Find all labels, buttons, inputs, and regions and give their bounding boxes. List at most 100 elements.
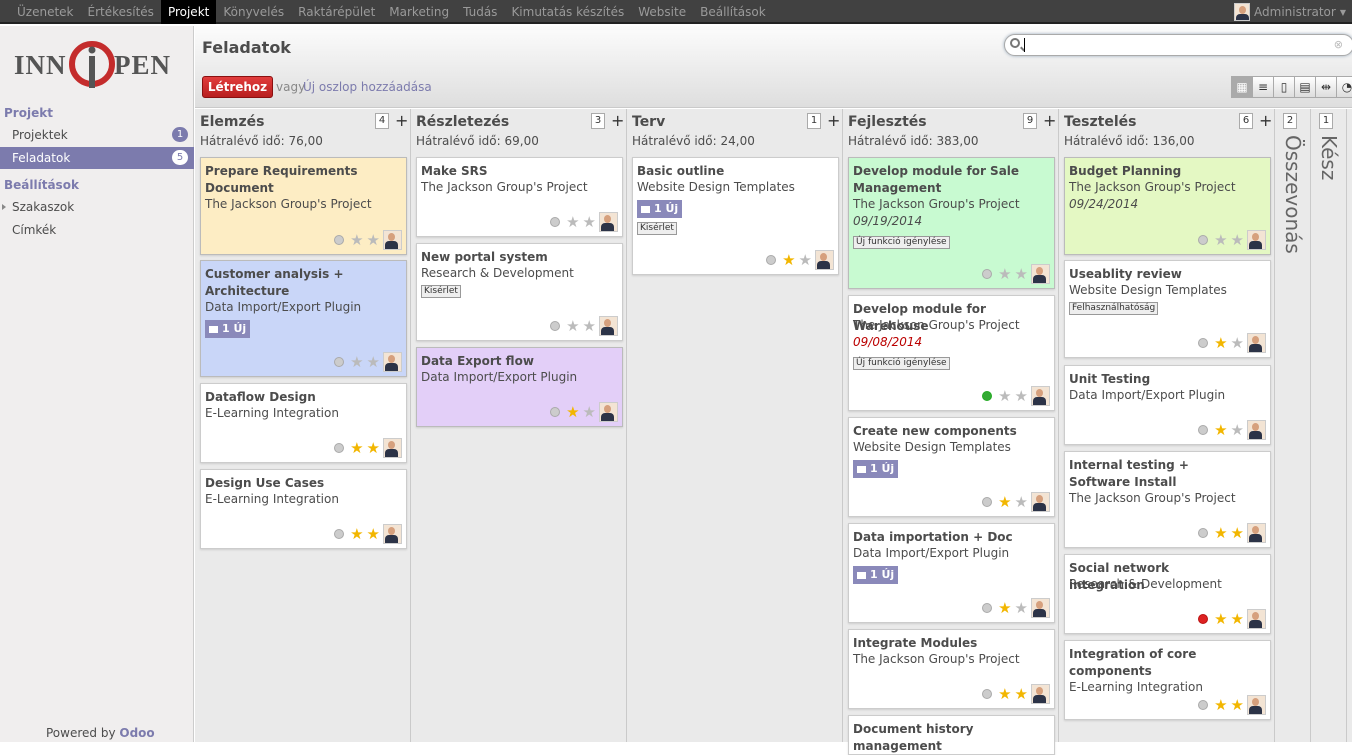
menu-projekt[interactable]: Projekt xyxy=(160,0,217,24)
create-button[interactable]: Létrehoz xyxy=(202,76,273,98)
menu-raktarepulet[interactable]: Raktárépület xyxy=(291,0,382,24)
kanban-state-icon[interactable] xyxy=(1198,338,1209,348)
sidebar-item-projektek[interactable]: Projektek 1 xyxy=(0,124,194,146)
priority-star-icon[interactable]: ★ xyxy=(583,318,596,334)
kanban-state-icon[interactable] xyxy=(550,321,561,331)
gantt-view-icon[interactable]: ⇹ xyxy=(1315,76,1337,98)
kanban-card[interactable]: Unit Testing Data Import/Export Plugin ★ ★ xyxy=(1064,365,1271,445)
folded-column[interactable]: 1 Kész xyxy=(1311,109,1347,742)
kanban-card[interactable]: New portal system Research & Development K… xyxy=(416,243,623,341)
kanban-card[interactable]: Social network integration Research & Dev… xyxy=(1064,554,1271,634)
kanban-card[interactable]: Make SRS The Jackson Group's Project ★ ★ xyxy=(416,157,623,237)
priority-star-icon[interactable]: ★ xyxy=(998,600,1011,616)
form-view-icon[interactable]: ▯ xyxy=(1273,76,1295,98)
menu-kimutatas[interactable]: Kimutatás készítés xyxy=(504,0,631,24)
kanban-state-icon[interactable] xyxy=(982,497,993,507)
kanban-card[interactable]: Prepare Requirements Document The Jackson… xyxy=(200,157,407,255)
new-message-badge[interactable]: 1 Új xyxy=(853,566,899,584)
quick-create-plus-icon[interactable]: + xyxy=(827,111,840,130)
priority-star-icon[interactable]: ★ xyxy=(1231,611,1244,627)
priority-star-icon[interactable]: ★ xyxy=(998,388,1011,404)
kanban-card[interactable]: Internal testing + Software Install The J… xyxy=(1064,451,1271,548)
kanban-state-icon[interactable] xyxy=(334,443,345,453)
clear-search-icon[interactable]: ⊗ xyxy=(1334,38,1343,51)
new-message-badge[interactable]: 1 Új xyxy=(853,460,899,478)
kanban-card[interactable]: Develop module for Sale Management The Ja… xyxy=(848,157,1055,289)
kanban-card[interactable]: Integrate Modules The Jackson Group's Pro… xyxy=(848,629,1055,709)
user-menu[interactable]: Administrator ▼ xyxy=(1234,2,1346,22)
priority-star-icon[interactable]: ★ xyxy=(1214,232,1227,248)
search-input[interactable]: ⊗ xyxy=(1004,34,1352,56)
kanban-card[interactable]: Design Use Cases E-Learning Integration ★ ★ xyxy=(200,469,407,549)
kanban-state-icon[interactable] xyxy=(550,217,561,227)
priority-star-icon[interactable]: ★ xyxy=(1231,422,1244,438)
kanban-state-icon[interactable] xyxy=(982,689,993,699)
priority-star-icon[interactable]: ★ xyxy=(566,214,579,230)
priority-star-icon[interactable]: ★ xyxy=(1015,600,1028,616)
priority-star-icon[interactable]: ★ xyxy=(350,232,363,248)
kanban-state-icon[interactable] xyxy=(334,529,345,539)
menu-ertekesites[interactable]: Értékesítés xyxy=(81,0,161,24)
priority-star-icon[interactable]: ★ xyxy=(367,440,380,456)
kanban-state-icon[interactable] xyxy=(982,391,993,401)
kanban-state-icon[interactable] xyxy=(1198,528,1209,538)
priority-star-icon[interactable]: ★ xyxy=(1015,266,1028,282)
priority-star-icon[interactable]: ★ xyxy=(1214,697,1227,713)
menu-konyveles[interactable]: Könyvelés xyxy=(216,0,291,24)
priority-star-icon[interactable]: ★ xyxy=(799,252,812,268)
kanban-card[interactable]: Create new components Website Design Temp… xyxy=(848,417,1055,517)
priority-star-icon[interactable]: ★ xyxy=(782,252,795,268)
priority-star-icon[interactable]: ★ xyxy=(566,404,579,420)
kanban-card[interactable]: Customer analysis + Architecture Data Imp… xyxy=(200,260,407,377)
priority-star-icon[interactable]: ★ xyxy=(566,318,579,334)
quick-create-plus-icon[interactable]: + xyxy=(1043,111,1056,130)
menu-website[interactable]: Website xyxy=(631,0,693,24)
priority-star-icon[interactable]: ★ xyxy=(367,232,380,248)
kanban-state-icon[interactable] xyxy=(550,407,561,417)
kanban-card[interactable]: Develop module for Warehouse The Jackson … xyxy=(848,295,1055,411)
priority-star-icon[interactable]: ★ xyxy=(583,214,596,230)
priority-star-icon[interactable]: ★ xyxy=(1231,335,1244,351)
priority-star-icon[interactable]: ★ xyxy=(367,526,380,542)
priority-star-icon[interactable]: ★ xyxy=(350,440,363,456)
folded-column[interactable]: 2 Összevonás xyxy=(1275,109,1311,742)
quick-create-plus-icon[interactable]: + xyxy=(1259,111,1272,130)
sidebar-item-szakaszok[interactable]: Szakaszok xyxy=(0,196,194,218)
kanban-state-icon[interactable] xyxy=(982,269,993,279)
priority-star-icon[interactable]: ★ xyxy=(1015,494,1028,510)
priority-star-icon[interactable]: ★ xyxy=(350,526,363,542)
menu-beallitasok[interactable]: Beállítások xyxy=(693,0,773,24)
kanban-card[interactable]: Basic outline Website Design Templates 1 Ú… xyxy=(632,157,839,275)
graph-view-icon[interactable]: ◔ xyxy=(1336,76,1352,98)
priority-star-icon[interactable]: ★ xyxy=(1214,611,1227,627)
odoo-link[interactable]: Odoo xyxy=(119,726,154,740)
new-message-badge[interactable]: 1 Új xyxy=(205,320,251,338)
priority-star-icon[interactable]: ★ xyxy=(1214,525,1227,541)
add-column-link[interactable]: Új oszlop hozzáadása xyxy=(303,80,432,94)
kanban-card[interactable]: Document history management xyxy=(848,715,1055,755)
priority-star-icon[interactable]: ★ xyxy=(1214,335,1227,351)
menu-marketing[interactable]: Marketing xyxy=(382,0,456,24)
kanban-state-icon[interactable] xyxy=(982,603,993,613)
kanban-card[interactable]: Integration of core components E-Learning… xyxy=(1064,640,1271,720)
menu-uzenetek[interactable]: Üzenetek xyxy=(10,0,81,24)
kanban-card[interactable]: Data importation + Doc Data Import/Export… xyxy=(848,523,1055,623)
kanban-card[interactable]: Budget Planning The Jackson Group's Proje… xyxy=(1064,157,1271,255)
new-message-badge[interactable]: 1 Új xyxy=(637,200,683,218)
priority-star-icon[interactable]: ★ xyxy=(1231,232,1244,248)
quick-create-plus-icon[interactable]: + xyxy=(395,111,408,130)
priority-star-icon[interactable]: ★ xyxy=(1231,525,1244,541)
priority-star-icon[interactable]: ★ xyxy=(583,404,596,420)
kanban-state-icon[interactable] xyxy=(766,255,777,265)
priority-star-icon[interactable]: ★ xyxy=(998,686,1011,702)
priority-star-icon[interactable]: ★ xyxy=(1214,422,1227,438)
priority-star-icon[interactable]: ★ xyxy=(350,354,363,370)
menu-tudas[interactable]: Tudás xyxy=(456,0,504,24)
kanban-view-icon[interactable]: ▦ xyxy=(1231,76,1253,98)
priority-star-icon[interactable]: ★ xyxy=(367,354,380,370)
quick-create-plus-icon[interactable]: + xyxy=(611,111,624,130)
priority-star-icon[interactable]: ★ xyxy=(998,266,1011,282)
priority-star-icon[interactable]: ★ xyxy=(1231,697,1244,713)
kanban-card[interactable]: Dataflow Design E-Learning Integration ★ ★ xyxy=(200,383,407,463)
kanban-state-icon[interactable] xyxy=(1198,614,1209,624)
